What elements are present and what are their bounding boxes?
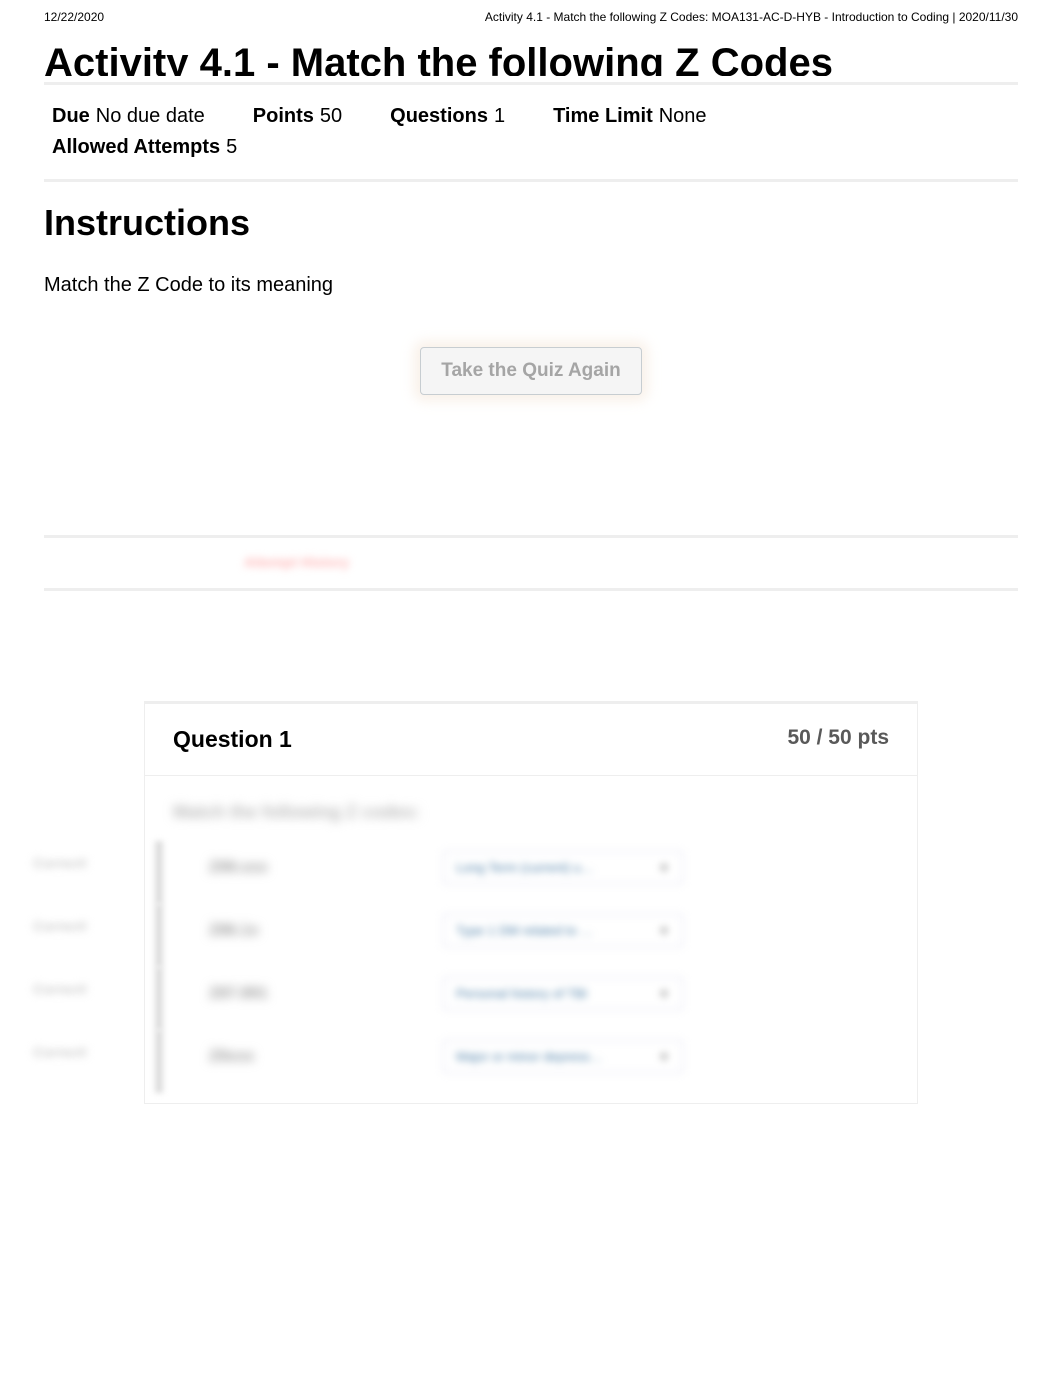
match-row: Correct! Z86.1x Type 1 DM related to … ▼: [173, 914, 889, 947]
header-breadcrumb: Activity 4.1 - Match the following Z Cod…: [485, 10, 1018, 24]
match-answer-text: Long Term (current) u…: [456, 860, 594, 875]
header-date: 12/22/2020: [44, 10, 104, 24]
match-answer-select[interactable]: Long Term (current) u… ▼: [443, 851, 683, 884]
divider: [44, 588, 1018, 591]
correct-indicator-bar: [155, 1030, 163, 1093]
correct-indicator-bar: [155, 841, 163, 904]
match-row: Correct! Z9xxx Major or minor depress… ▼: [173, 1040, 889, 1073]
chevron-down-icon: ▼: [658, 924, 670, 938]
question-points: 50 / 50 pts: [787, 726, 889, 753]
match-row: Correct! Z99.xxx Long Term (current) u… …: [173, 851, 889, 884]
match-row: Correct! Z87.891 Personal history of TBI…: [173, 977, 889, 1010]
instructions-text: Match the Z Code to its meaning: [44, 274, 1018, 297]
match-code: Z87.891: [173, 985, 443, 1003]
match-code: Z9xxx: [173, 1048, 443, 1066]
due-value: No due date: [96, 105, 205, 128]
match-list: Correct! Z99.xxx Long Term (current) u… …: [173, 851, 889, 1073]
match-answer-select[interactable]: Major or minor depress… ▼: [443, 1040, 683, 1073]
page-title: Activity 4.1 - Match the following Z Cod…: [44, 34, 1018, 76]
match-code: Z99.xxx: [173, 859, 443, 877]
due-label: Due: [52, 105, 90, 128]
chevron-down-icon: ▼: [658, 987, 670, 1001]
points-value: 50: [320, 105, 342, 128]
questions-value: 1: [494, 105, 505, 128]
chevron-down-icon: ▼: [658, 861, 670, 875]
divider: [44, 535, 1018, 538]
correct-indicator-bar: [155, 967, 163, 1030]
correct-label: Correct!: [33, 855, 87, 871]
attempt-history-label: Attempt History: [244, 554, 349, 570]
correct-indicator-bar: [155, 904, 163, 967]
attempts-label: Allowed Attempts: [52, 136, 220, 159]
question-card: Question 1 50 / 50 pts Match the followi…: [144, 701, 918, 1104]
instructions-heading: Instructions: [44, 202, 1018, 244]
match-code: Z86.1x: [173, 922, 443, 940]
match-answer-text: Personal history of TBI: [456, 986, 587, 1001]
match-answer-select[interactable]: Personal history of TBI ▼: [443, 977, 683, 1010]
correct-label: Correct!: [33, 918, 87, 934]
take-quiz-again-button[interactable]: Take the Quiz Again: [420, 347, 641, 395]
question-title: Question 1: [173, 726, 292, 753]
correct-label: Correct!: [33, 981, 87, 997]
divider: [44, 179, 1018, 182]
correct-label: Correct!: [33, 1044, 87, 1060]
points-label: Points: [253, 105, 314, 128]
match-answer-select[interactable]: Type 1 DM related to … ▼: [443, 914, 683, 947]
question-prompt: Match the following Z codes:: [173, 802, 889, 823]
attempts-value: 5: [226, 136, 237, 159]
match-answer-text: Type 1 DM related to …: [456, 923, 593, 938]
divider: [44, 82, 1018, 85]
time-limit-value: None: [659, 105, 707, 128]
questions-label: Questions: [390, 105, 488, 128]
time-limit-label: Time Limit: [553, 105, 653, 128]
match-answer-text: Major or minor depress…: [456, 1049, 603, 1064]
quiz-meta: Due No due date Points 50 Questions 1 Ti…: [44, 99, 1018, 134]
quiz-meta-row2: Allowed Attempts 5: [44, 134, 1018, 165]
chevron-down-icon: ▼: [658, 1050, 670, 1064]
